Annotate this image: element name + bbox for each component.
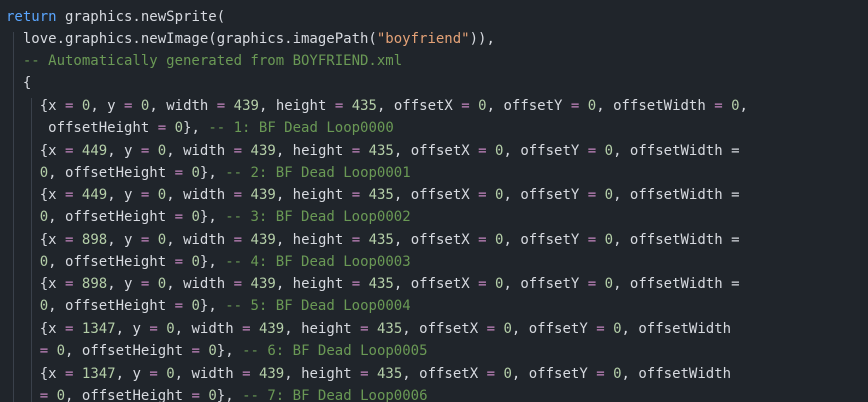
- code-line: {x = 449, y = 0, width = 439, height = 4…: [6, 187, 740, 203]
- code-editor[interactable]: return graphics.newSprite( love.graphics…: [0, 0, 868, 402]
- code-line: return graphics.newSprite(: [6, 9, 226, 25]
- code-line: = 0, offsetHeight = 0}, -- 7: BF Dead Lo…: [39, 388, 428, 402]
- code-line: {x = 1347, y = 0, width = 439, height = …: [6, 366, 732, 382]
- code-line: love.graphics.newImage(graphics.imagePat…: [6, 31, 495, 47]
- code-line: 0, offsetHeight = 0}, -- 5: BF Dead Loop…: [39, 298, 411, 314]
- code-line: {x = 898, y = 0, width = 439, height = 4…: [6, 276, 740, 292]
- code-line: 0, offsetHeight = 0}, -- 2: BF Dead Loop…: [39, 165, 411, 181]
- code-line: {x = 1347, y = 0, width = 439, height = …: [6, 321, 732, 337]
- code-line: {x = 0, y = 0, width = 439, height = 435…: [6, 98, 748, 114]
- code-line: = 0, offsetHeight = 0}, -- 6: BF Dead Lo…: [39, 343, 428, 359]
- code-line: offsetHeight = 0}, -- 1: BF Dead Loop000…: [6, 120, 394, 136]
- code-line: 0, offsetHeight = 0}, -- 4: BF Dead Loop…: [39, 254, 411, 270]
- code-line: {: [6, 75, 32, 91]
- code-line: {x = 898, y = 0, width = 439, height = 4…: [6, 232, 740, 248]
- code-line: -- Automatically generated from BOYFRIEN…: [22, 53, 403, 69]
- code-line: {x = 449, y = 0, width = 439, height = 4…: [6, 143, 740, 159]
- code-line: 0, offsetHeight = 0}, -- 3: BF Dead Loop…: [39, 209, 411, 225]
